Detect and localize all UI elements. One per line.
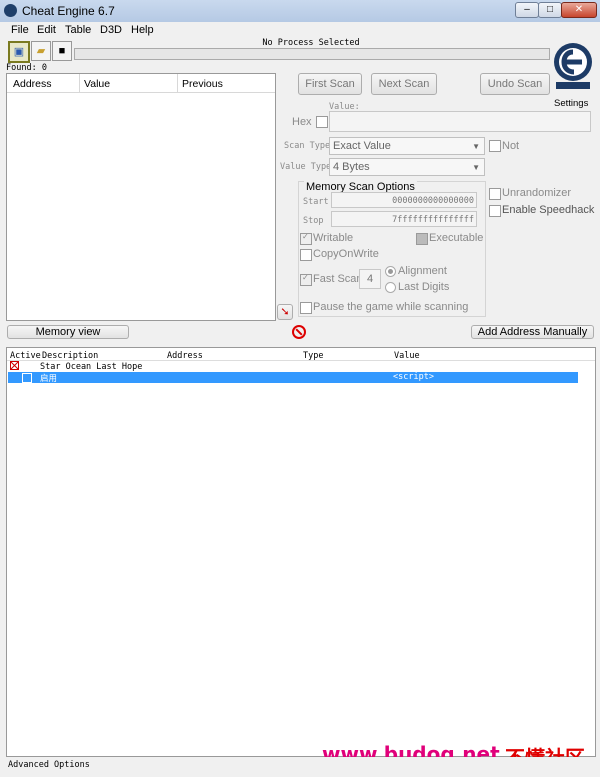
last-digits-label: Last Digits <box>398 281 450 293</box>
arrow-down-right-icon: ➘ <box>280 306 290 318</box>
progress-bar <box>74 48 550 60</box>
settings-link[interactable]: Settings <box>554 98 588 109</box>
stop-icon[interactable] <box>292 325 306 339</box>
menu-edit[interactable]: Edit <box>37 24 56 36</box>
entry-value: <script> <box>393 372 434 382</box>
dropdown-arrow-icon: ▼ <box>472 163 480 172</box>
column-previous[interactable]: Previous <box>182 78 223 90</box>
found-count: Found: 0 <box>6 63 47 73</box>
scan-type-label: Scan Type <box>284 141 331 151</box>
cheat-engine-logo[interactable] <box>552 40 594 96</box>
start-address-input[interactable]: 0000000000000000 <box>331 192 477 208</box>
group-active-checkbox[interactable] <box>10 361 19 370</box>
add-to-list-button[interactable]: ➘ <box>277 304 293 320</box>
writable-checkbox[interactable]: ✓ <box>300 232 312 245</box>
not-checkbox[interactable] <box>489 140 501 152</box>
column-address[interactable]: Address <box>13 78 52 90</box>
close-button[interactable]: ✕ <box>561 2 597 18</box>
memory-view-button[interactable]: Memory view <box>7 325 129 339</box>
hex-checkbox[interactable] <box>316 116 328 128</box>
process-label: No Process Selected <box>262 38 360 48</box>
pause-game-label: Pause the game while scanning <box>313 301 469 313</box>
dropdown-arrow-icon: ▼ <box>472 142 480 151</box>
app-logo-icon <box>4 4 17 17</box>
minimize-button[interactable]: – <box>515 2 539 18</box>
add-address-manually-button[interactable]: Add Address Manually <box>471 325 594 339</box>
unrandomizer-label: Unrandomizer <box>502 187 572 199</box>
value-type-select[interactable]: 4 Bytes ▼ <box>329 158 485 176</box>
not-label: Not <box>502 140 520 152</box>
speedhack-label: Enable Speedhack <box>502 204 595 216</box>
alignment-radio[interactable] <box>385 266 396 277</box>
first-scan-button[interactable]: First Scan <box>298 73 362 95</box>
address-list[interactable]: Active Description Address Type Value <box>6 347 596 757</box>
folder-icon: ▰ <box>36 45 46 57</box>
scan-results-list[interactable]: Address Value Previous <box>6 73 276 321</box>
menu-bar: File Edit Table D3D Help <box>0 22 600 39</box>
floppy-disk-icon: ■ <box>58 45 66 57</box>
advanced-options-link[interactable]: Advanced Options <box>8 760 90 770</box>
scan-type-select[interactable]: Exact Value ▼ <box>329 137 485 155</box>
value-input[interactable] <box>329 111 591 132</box>
last-digits-radio[interactable] <box>385 282 396 293</box>
next-scan-button[interactable]: Next Scan <box>371 73 437 95</box>
entry-description: 启用 <box>40 374 58 384</box>
menu-help[interactable]: Help <box>131 24 154 36</box>
undo-scan-button[interactable]: Undo Scan <box>480 73 550 95</box>
active-checkbox[interactable] <box>22 373 32 383</box>
copy-on-write-label: CopyOnWrite <box>313 248 379 260</box>
start-label: Start <box>303 197 329 207</box>
open-process-button[interactable]: ▣ <box>8 41 30 63</box>
save-button[interactable]: ■ <box>52 41 72 61</box>
menu-d3d[interactable]: D3D <box>100 24 122 36</box>
writable-label: Writable <box>313 232 354 244</box>
executable-checkbox[interactable] <box>416 233 428 245</box>
title-bar: Cheat Engine 6.7 – □ ✕ <box>0 0 600 22</box>
menu-table[interactable]: Table <box>65 24 91 36</box>
open-file-button[interactable]: ▰ <box>31 41 51 61</box>
column-value[interactable]: Value <box>84 78 110 90</box>
table-row[interactable]: 启用 <script> <box>8 372 578 384</box>
status-bar: Advanced Options <box>0 757 600 777</box>
pause-game-checkbox[interactable] <box>300 302 312 314</box>
group-description[interactable]: Star Ocean Last Hope <box>40 362 142 372</box>
executable-label: Executable <box>429 232 484 244</box>
speedhack-checkbox[interactable] <box>489 205 501 217</box>
computer-icon: ▣ <box>13 46 25 58</box>
window-title: Cheat Engine 6.7 <box>22 4 115 18</box>
unrandomizer-checkbox[interactable] <box>489 188 501 200</box>
maximize-button[interactable]: □ <box>538 2 562 18</box>
scan-type-value: Exact Value <box>333 140 391 152</box>
stop-label: Stop <box>303 216 324 226</box>
fast-scan-input[interactable]: 4 <box>359 269 381 289</box>
alignment-label: Alignment <box>398 265 447 277</box>
stop-address-input[interactable]: 7fffffffffffffff <box>331 211 477 227</box>
fast-scan-label: Fast Scan <box>313 273 363 285</box>
value-type-value: 4 Bytes <box>333 161 370 173</box>
menu-file[interactable]: File <box>11 24 29 36</box>
fast-scan-checkbox[interactable]: ✓ <box>300 273 312 286</box>
hex-label: Hex <box>292 116 312 128</box>
copy-on-write-checkbox[interactable] <box>300 249 312 261</box>
value-type-label: Value Type <box>280 162 332 172</box>
